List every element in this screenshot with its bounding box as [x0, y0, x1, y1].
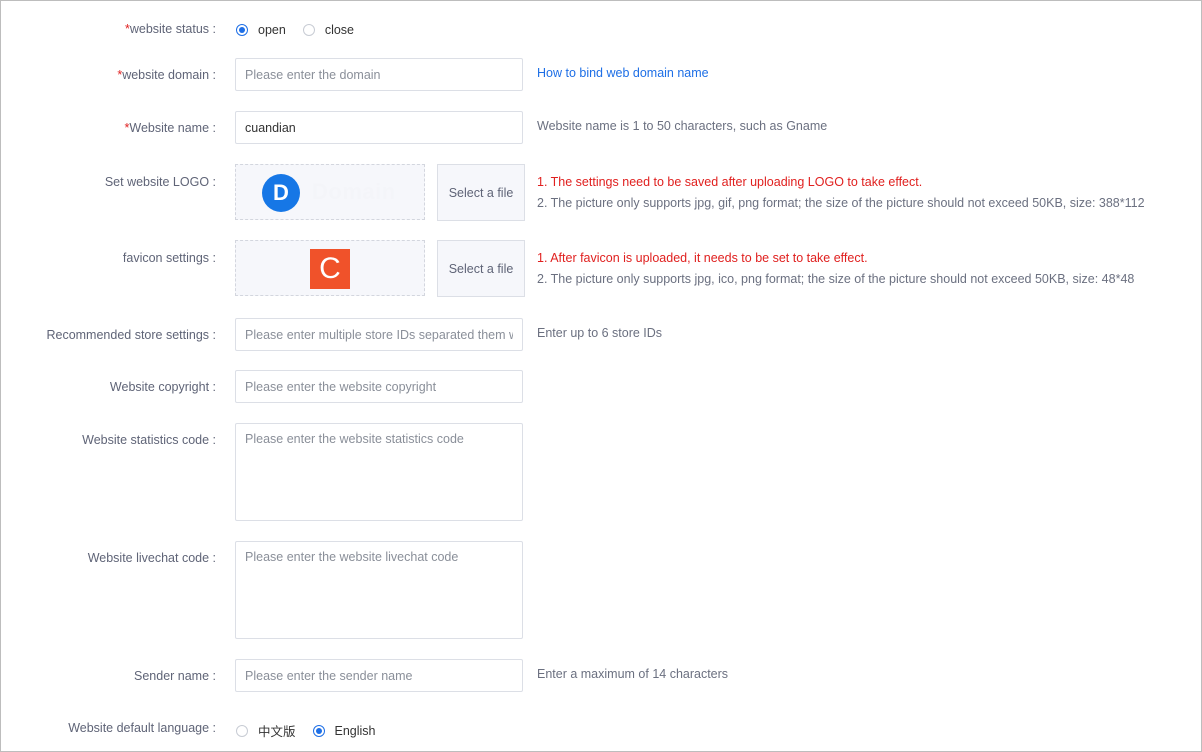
radio-unchecked-icon — [236, 724, 248, 737]
sender-name-hint: Enter a maximum of 14 characters — [537, 667, 729, 681]
logo-preview: D Domain — [235, 164, 425, 220]
livechat-code-label: Website livechat code : — [87, 551, 216, 565]
favicon-select-file-button[interactable]: Select a file — [437, 240, 525, 297]
statistics-code-label: Website statistics code : — [82, 433, 216, 447]
radio-checked-icon — [236, 24, 248, 36]
copyright-label: Website copyright : — [109, 380, 216, 394]
favicon-preview: C — [235, 240, 425, 296]
website-status-label: *website status : — [124, 22, 216, 36]
statistics-code-textarea[interactable] — [235, 423, 523, 521]
language-english-radio[interactable]: English — [312, 724, 376, 738]
domain-logo-wordmark: Domain — [312, 179, 396, 204]
recommended-store-input[interactable] — [235, 318, 523, 351]
bind-domain-help-link[interactable]: How to bind web domain name — [537, 66, 709, 80]
website-status-radio-group: open close — [236, 23, 371, 37]
language-chinese-radio[interactable]: 中文版 — [236, 721, 296, 740]
default-language-label: Website default language : — [68, 721, 216, 735]
favicon-c-icon: C — [310, 249, 350, 289]
default-language-radio-group: 中文版 English — [236, 721, 393, 740]
settings-form-frame — [0, 0, 1202, 752]
website-domain-label: *website domain : — [117, 68, 216, 82]
favicon-label: favicon settings : — [122, 251, 216, 265]
recommended-store-hint: Enter up to 6 store IDs — [537, 326, 663, 340]
favicon-note-2: 2. The picture only supports jpg, ico, p… — [537, 272, 1135, 286]
radio-checked-icon — [312, 724, 325, 737]
logo-note-2: 2. The picture only supports jpg, gif, p… — [537, 196, 1145, 210]
status-close-radio[interactable]: close — [302, 23, 354, 37]
radio-unchecked-icon — [302, 24, 315, 36]
website-logo-label: Set website LOGO : — [104, 175, 216, 189]
copyright-input[interactable] — [235, 370, 523, 403]
domain-logo-icon: D — [262, 174, 300, 212]
sender-name-label: Sender name : — [134, 669, 216, 683]
livechat-code-textarea[interactable] — [235, 541, 523, 639]
logo-select-file-button[interactable]: Select a file — [437, 164, 525, 221]
website-domain-input[interactable] — [235, 58, 523, 91]
sender-name-input[interactable] — [235, 659, 523, 692]
logo-note-1: 1. The settings need to be saved after u… — [537, 175, 923, 189]
recommended-store-label: Recommended store settings : — [46, 328, 216, 342]
status-open-radio[interactable]: open — [236, 23, 286, 37]
website-name-input[interactable] — [235, 111, 523, 144]
website-name-hint: Website name is 1 to 50 characters, such… — [537, 119, 828, 133]
favicon-note-1: 1. After favicon is uploaded, it needs t… — [537, 251, 868, 265]
website-name-label: *Website name : — [124, 121, 217, 135]
